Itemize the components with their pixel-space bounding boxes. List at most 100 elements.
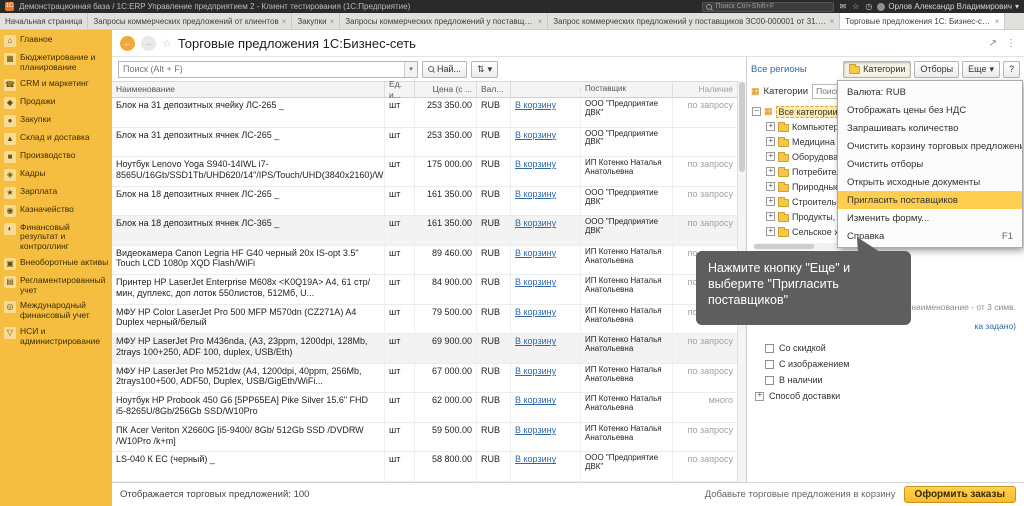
tab-supplier-quotes[interactable]: Запросы коммерческих предложений у поста… <box>340 13 549 29</box>
expand-icon[interactable] <box>766 151 775 161</box>
group-delivery-method[interactable]: Способ доставки <box>755 390 1016 401</box>
menu-item-currency[interactable]: Валюта: RUB <box>838 83 1022 101</box>
more-button[interactable]: Еще ▾ <box>962 60 1000 78</box>
help-button[interactable]: ? <box>1002 60 1020 78</box>
sidebar-item-main[interactable]: ⌂ Главное <box>0 32 112 50</box>
expand-icon[interactable] <box>766 196 775 206</box>
add-to-cart-link[interactable]: В корзину <box>515 366 556 376</box>
column-header-availability[interactable]: Наличие <box>673 82 737 96</box>
tab-close-icon[interactable]: × <box>830 17 835 26</box>
expand-icon[interactable] <box>766 121 775 131</box>
sort-button[interactable]: ⇅ ▾ <box>471 60 499 78</box>
sidebar-item-ifrs[interactable]: ◎ Международный финансовый учет <box>0 298 112 324</box>
all-regions-link[interactable]: Все регионы <box>751 64 807 75</box>
find-button[interactable]: Най... <box>422 60 468 78</box>
table-row[interactable]: МФУ HP LaserJet Pro M521dw (A4, 1200dpi,… <box>112 363 737 394</box>
column-header-currency[interactable]: Вал... <box>477 82 511 97</box>
expand-icon[interactable] <box>766 166 775 176</box>
tab-close-icon[interactable]: × <box>538 17 543 26</box>
menu-item-clear-cart[interactable]: Очистить корзину торговых предложений <box>838 137 1022 155</box>
tab-home[interactable]: Начальная страница <box>0 13 89 29</box>
table-row[interactable]: LS-040 К ЕС (черный) _ шт 58 800.00 RUB В ко… <box>112 452 737 482</box>
tab-supplier-quote-document[interactable]: Запрос коммерческих предложений у постав… <box>548 13 841 29</box>
sidebar-item-hr[interactable]: ◈ Кадры <box>0 166 112 184</box>
global-search-input[interactable]: Поиск Ctrl+Shift+F <box>702 1 835 12</box>
sidebar-item-warehouse[interactable]: ▲ Склад и доставка <box>0 130 112 148</box>
add-to-cart-link[interactable]: В корзину <box>515 159 556 169</box>
add-to-cart-link[interactable]: В корзину <box>515 248 556 258</box>
user-menu[interactable]: Орлов Александр Владимирович ▾ <box>877 2 1019 11</box>
menu-item-ask-quantity[interactable]: Запрашивать количество <box>838 119 1022 137</box>
table-row[interactable]: Видеокамера Canon Legria HF G40 черный 2… <box>112 245 737 276</box>
menu-item-clear-filters[interactable]: Очистить отборы <box>838 155 1022 173</box>
add-to-cart-link[interactable]: В корзину <box>515 336 556 346</box>
expand-icon[interactable] <box>766 136 775 146</box>
column-header-name[interactable]: Наименование <box>112 82 385 97</box>
place-orders-button[interactable]: Оформить заказы <box>903 486 1016 503</box>
sidebar-item-production[interactable]: ■ Производство <box>0 148 112 166</box>
form-more-icon[interactable]: ⋮ <box>1006 38 1016 49</box>
categories-button[interactable]: Категории <box>843 60 912 78</box>
add-to-cart-link[interactable]: В корзину <box>515 425 556 435</box>
sidebar-item-assets[interactable]: ▣ Внеоборотные активы <box>0 255 112 273</box>
sidebar-item-salary[interactable]: ★ Зарплата <box>0 184 112 202</box>
checkbox-with-image[interactable]: С изображением <box>765 359 1016 369</box>
checkbox-in-stock[interactable]: В наличии <box>765 375 1016 385</box>
table-row[interactable]: Блок на 18 депозитных ячнек ЛС-265 _ шт 16… <box>112 186 737 217</box>
table-row[interactable]: Ноутбук HP Probook 450 G6 [5PP65EA] Pike… <box>112 393 737 423</box>
favorite-star-icon[interactable]: ☆ <box>162 37 172 50</box>
tab-close-icon[interactable]: × <box>282 17 287 26</box>
expand-icon[interactable] <box>766 181 775 191</box>
scrollbar-thumb[interactable] <box>754 244 814 249</box>
table-row[interactable]: МФУ HP Color LaserJet Pro 500 MFP M570dn… <box>112 304 737 335</box>
expand-icon[interactable] <box>766 211 775 221</box>
filters-button[interactable]: Отборы <box>914 60 960 78</box>
favorites-icon[interactable]: ☆ <box>852 2 859 11</box>
scrollbar-thumb[interactable] <box>739 82 745 172</box>
column-header-supplier[interactable]: Поставщик <box>581 83 673 96</box>
menu-item-change-form[interactable]: Изменить форму... <box>838 209 1022 227</box>
table-row[interactable]: МФУ HP LaserJet Pro M436nda, (A3, 23ppm,… <box>112 334 737 364</box>
checkbox-discount[interactable]: Со скидкой <box>765 343 1016 353</box>
forward-button[interactable]: → <box>141 35 156 51</box>
sidebar-item-purchases[interactable]: ● Закупки <box>0 112 112 130</box>
table-row[interactable]: Блок на 31 депозитных ячнек ЛС-265 _ шт 25… <box>112 127 737 158</box>
get-link-icon[interactable]: ↗ <box>989 38 997 49</box>
menu-item-prices-without-vat[interactable]: Отображать цены без НДС <box>838 101 1022 119</box>
search-input[interactable] <box>119 64 404 74</box>
add-to-cart-link[interactable]: В корзину <box>515 307 556 317</box>
menu-item-invite-suppliers[interactable]: Пригласить поставщиков <box>838 191 1022 209</box>
sidebar-item-sales[interactable]: ◆ Продажи <box>0 94 112 112</box>
table-row[interactable]: ПК Acer Veriton X2660G [i5-9400/ 8Gb/ 51… <box>112 422 737 453</box>
tab-purchases[interactable]: Закупки × <box>292 13 341 29</box>
collapse-icon[interactable] <box>752 106 761 116</box>
table-row[interactable]: Блок на 18 депозитных ячнек ЛС-365 _ шт 16… <box>112 216 737 246</box>
add-to-cart-link[interactable]: В корзину <box>515 130 556 140</box>
sidebar-item-treasury[interactable]: ◉ Казначейство <box>0 202 112 220</box>
expand-icon[interactable] <box>766 226 775 236</box>
table-row[interactable]: Блок на 31 депозитных ячейку ЛС-265 _ шт 2… <box>112 98 737 128</box>
back-button[interactable]: ← <box>120 35 135 51</box>
sidebar-item-nsi-admin[interactable]: ▽ НСИ и администрирование <box>0 324 112 350</box>
add-to-cart-link[interactable]: В корзину <box>515 454 556 464</box>
menu-item-open-source-documents[interactable]: Открыть исходные документы <box>838 173 1022 191</box>
table-row[interactable]: Ноутбук Lenovo Yoga S940-14IWL i7-8565U/… <box>112 157 737 187</box>
table-row[interactable]: Принтер HP LaserJet Enterprise M608x <K0… <box>112 275 737 305</box>
add-to-cart-link[interactable]: В корзину <box>515 100 556 110</box>
sidebar-item-fin-result[interactable]: ◐ Финансовый результат и контроллинг <box>0 220 112 255</box>
add-to-cart-link[interactable]: В корзину <box>515 189 556 199</box>
column-header-price[interactable]: Цена (с ... <box>415 82 477 97</box>
tab-trade-offers[interactable]: Торговые предложения 1С: Бизнес-сеть × <box>840 13 1006 29</box>
sidebar-item-regulated-accounting[interactable]: ▤ Регламентированный учет <box>0 273 112 299</box>
expand-icon[interactable] <box>755 390 764 401</box>
sidebar-item-budgeting[interactable]: ▦ Бюджетирование и планирование <box>0 50 112 76</box>
add-to-cart-link[interactable]: В корзину <box>515 218 556 228</box>
tab-close-icon[interactable]: × <box>995 17 1000 26</box>
search-history-dropdown[interactable]: ▾ <box>404 61 417 77</box>
add-to-cart-link[interactable]: В корзину <box>515 395 556 405</box>
tab-client-quotes[interactable]: Запросы коммерческих предложений от клие… <box>88 13 293 29</box>
filter-link[interactable]: ка задано) <box>974 321 1016 331</box>
history-icon[interactable]: ◷ <box>865 2 872 11</box>
discussions-icon[interactable]: ✉ <box>839 2 846 11</box>
sidebar-item-crm[interactable]: ☎ CRM и маркетинг <box>0 76 112 94</box>
